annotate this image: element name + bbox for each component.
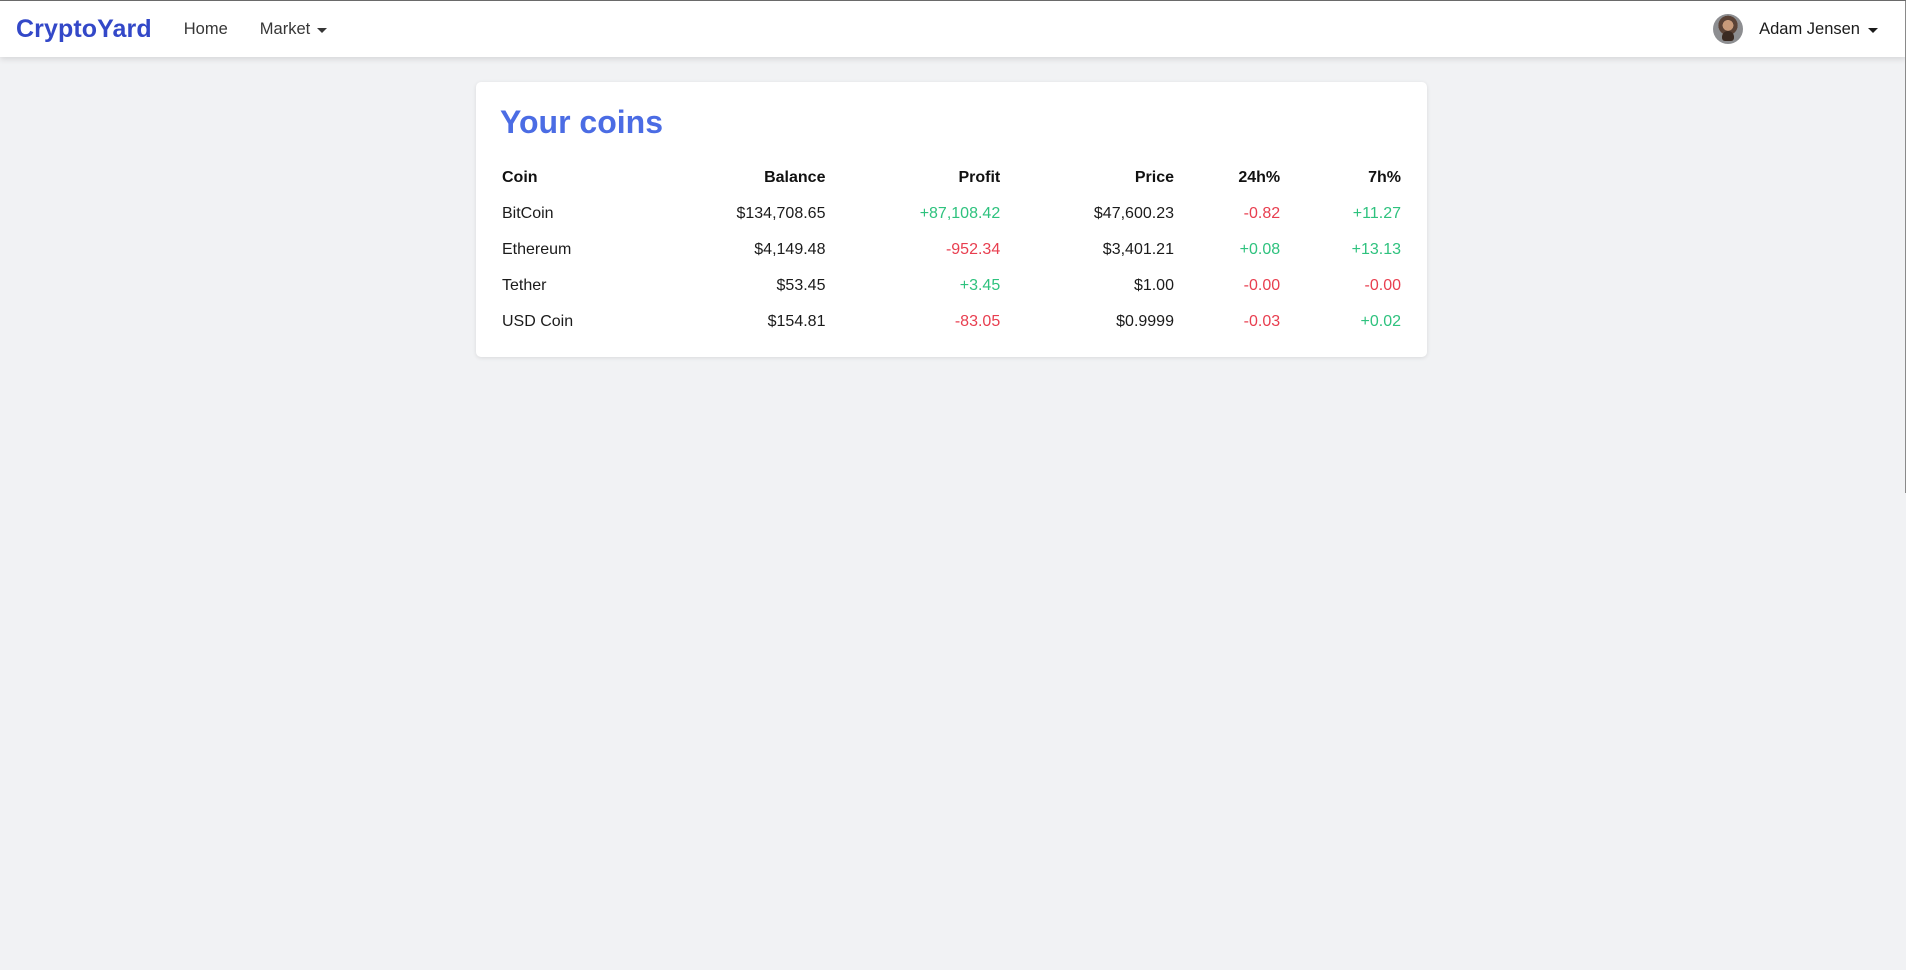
table-row: BitCoin $134,708.65 +87,108.42 $47,600.2… — [500, 196, 1403, 232]
coin-change-7h: +0.02 — [1360, 313, 1401, 330]
nav-home-link[interactable]: Home — [184, 20, 228, 39]
coin-name: Ethereum — [502, 241, 572, 258]
coin-balance: $154.81 — [767, 313, 826, 330]
coins-card: Your coins Coin Balance Profit Price 24h… — [476, 82, 1427, 357]
nav-market-label: Market — [259, 19, 311, 38]
app-frame: CryptoYard Home Market Adam Jensen Your … — [0, 0, 1906, 970]
coin-balance: $53.45 — [776, 277, 826, 294]
coin-price: $47,600.23 — [1093, 205, 1174, 222]
column-header-coin: Coin — [502, 169, 538, 186]
coin-price: $3,401.21 — [1102, 241, 1174, 258]
table-row: USD Coin $154.81 -83.05 $0.9999 -0.03 +0… — [500, 304, 1403, 340]
user-name: Adam Jensen — [1759, 19, 1860, 38]
coin-change-24h: -0.82 — [1243, 205, 1281, 222]
user-avatar-icon — [1713, 14, 1744, 44]
coins-table: Coin Balance Profit Price 24h% 7h% BitCo… — [500, 160, 1403, 340]
coin-balance: $134,708.65 — [736, 205, 826, 222]
column-header-balance: Balance — [764, 169, 826, 186]
coin-change-24h: -0.00 — [1243, 277, 1281, 294]
top-navbar: CryptoYard Home Market Adam Jensen — [0, 1, 1906, 57]
nav-market-dropdown[interactable]: Market — [259, 19, 328, 39]
coin-change-7h: -0.00 — [1364, 277, 1401, 294]
user-menu[interactable]: Adam Jensen — [1713, 1, 1878, 57]
coin-change-24h: -0.03 — [1243, 313, 1281, 330]
coin-name: BitCoin — [502, 205, 554, 222]
column-header-profit: Profit — [958, 169, 1001, 186]
coin-price: $1.00 — [1133, 277, 1174, 294]
coin-name: USD Coin — [502, 313, 574, 330]
chevron-down-icon — [1868, 27, 1878, 33]
coin-profit: -83.05 — [954, 313, 1001, 330]
table-header-row: Coin Balance Profit Price 24h% 7h% — [500, 160, 1403, 196]
coin-name: Tether — [502, 277, 547, 294]
coin-change-7h: +11.27 — [1352, 205, 1401, 222]
table-row: Tether $53.45 +3.45 $1.00 -0.00 -0.00 — [500, 268, 1403, 304]
column-header-24h: 24h% — [1238, 169, 1281, 186]
chevron-down-icon — [317, 27, 328, 33]
coin-price: $0.9999 — [1116, 313, 1174, 330]
coin-balance: $4,149.48 — [754, 241, 826, 258]
coin-profit: +87,108.42 — [919, 205, 1001, 222]
coin-change-24h: +0.08 — [1239, 241, 1281, 258]
coin-change-7h: +13.13 — [1351, 241, 1401, 258]
brand-logo[interactable]: CryptoYard — [16, 15, 152, 44]
table-row: Ethereum $4,149.48 -952.34 $3,401.21 +0.… — [500, 232, 1403, 268]
column-header-price: Price — [1134, 169, 1174, 186]
column-header-7h: 7h% — [1368, 169, 1401, 186]
coin-profit: -952.34 — [945, 241, 1001, 258]
page-title: Your coins — [500, 104, 663, 140]
coin-profit: +3.45 — [959, 277, 1001, 294]
